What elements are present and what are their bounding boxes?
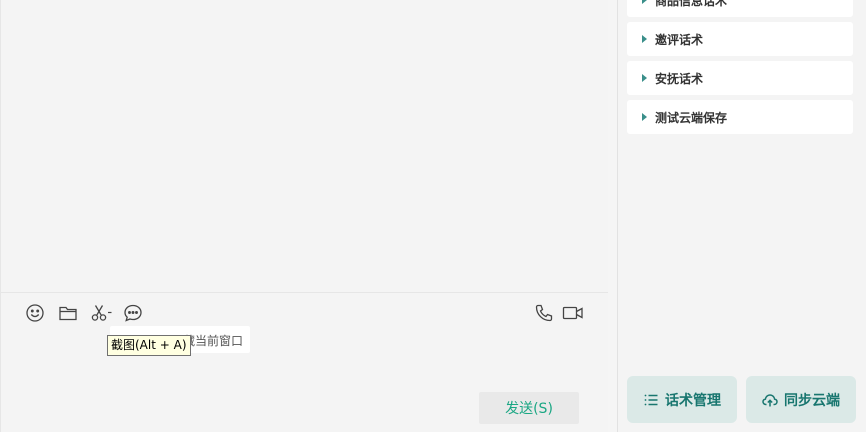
phrase-group-cloud-test[interactable]: 测试云端保存 [627, 100, 853, 134]
screenshot-tooltip: 截图(Alt + A) [107, 335, 191, 356]
phrase-manage-button[interactable]: 话术管理 [627, 376, 737, 423]
sync-cloud-label: 同步云端 [784, 392, 840, 409]
send-button[interactable]: 发送(S) [479, 392, 579, 424]
phone-icon[interactable] [534, 303, 554, 323]
message-area[interactable] [0, 0, 608, 292]
sync-cloud-button[interactable]: 同步云端 [746, 376, 856, 423]
chat-history-icon[interactable] [123, 303, 143, 323]
phrase-group-review-invite[interactable]: 邀评话术 [627, 22, 853, 56]
emoji-icon[interactable] [25, 303, 45, 323]
phrase-group-label: 安抚话术 [655, 71, 704, 86]
caret-right-icon [642, 113, 647, 121]
phrase-group-label: 测试云端保存 [655, 110, 728, 125]
phrase-manage-label: 话术管理 [665, 392, 721, 409]
list-icon [644, 394, 658, 405]
phrase-group-product-info[interactable]: 商品信息话术 [627, 0, 853, 17]
cloud-upload-icon [762, 393, 778, 406]
caret-right-icon [642, 0, 647, 4]
input-divider [0, 292, 608, 293]
folder-icon[interactable] [58, 303, 78, 323]
caret-right-icon [642, 74, 647, 82]
hide-window-label: 藏当前窗口 [183, 334, 244, 348]
scissors-icon[interactable] [90, 303, 114, 323]
video-icon[interactable] [562, 303, 584, 323]
phrase-group-label: 商品信息话术 [655, 0, 728, 8]
phrase-group-comfort[interactable]: 安抚话术 [627, 61, 853, 95]
chat-pane: 藏当前窗口 截图(Alt + A) 发送(S) [0, 0, 608, 432]
phrase-group-label: 邀评话术 [655, 32, 704, 47]
caret-right-icon [642, 35, 647, 43]
